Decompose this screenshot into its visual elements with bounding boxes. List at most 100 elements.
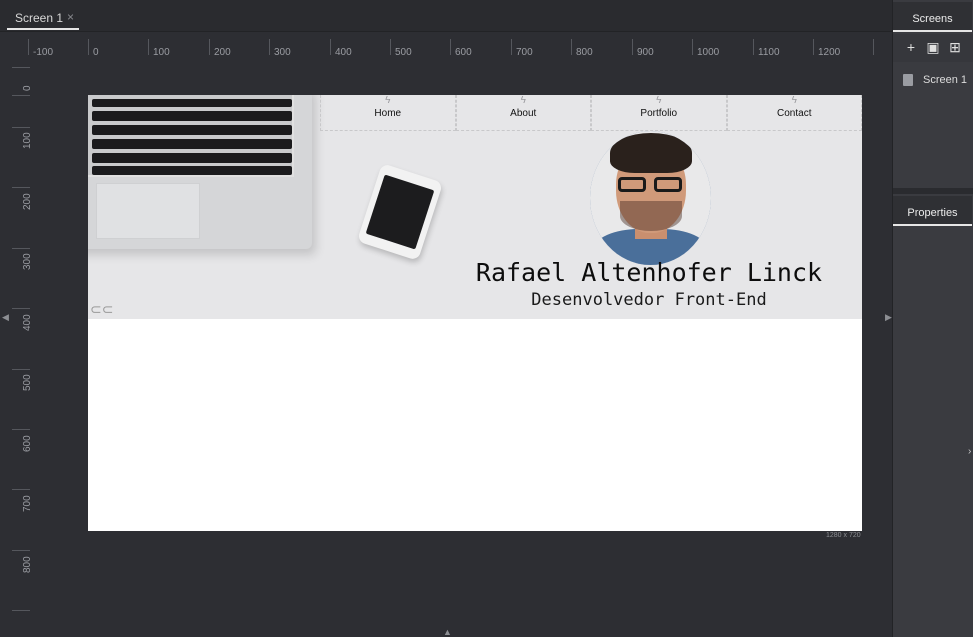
tab-screens[interactable]: Screens — [893, 2, 972, 32]
paperclip-icon: ⊂⊂ — [90, 301, 114, 317]
photo-glasses — [618, 177, 684, 193]
ruler-tick — [692, 39, 693, 55]
ruler-tick — [12, 550, 30, 551]
artboard-size-label: 1280 x 720 — [826, 532, 861, 539]
collapse-bottom-arrow-icon[interactable]: ▲ — [443, 627, 452, 637]
panel-edge-icon: › — [968, 446, 972, 457]
document-icon — [903, 74, 913, 86]
key-row — [92, 111, 292, 121]
ruler-tick — [632, 39, 633, 55]
image-icon[interactable]: ▣ — [925, 40, 941, 56]
ruler-tick — [12, 127, 30, 128]
ruler-label: 400 — [335, 47, 352, 58]
ruler-label: 600 — [455, 47, 472, 58]
collapse-left-arrow-icon[interactable]: ◀ — [2, 312, 9, 323]
screens-toolbar: + ▣ ⊞ — [893, 34, 973, 62]
document-tab-bar: Screen 1 × — [0, 0, 892, 32]
tab-screen-1[interactable]: Screen 1 × — [7, 4, 79, 30]
plus-icon[interactable]: + — [903, 40, 919, 56]
close-icon[interactable]: × — [67, 10, 74, 24]
ruler-tick — [269, 39, 270, 55]
horizontal-ruler: -100 0 100 200 300 400 500 600 700 800 9… — [0, 33, 892, 61]
ruler-label: 500 — [395, 47, 412, 58]
profile-photo — [590, 131, 711, 265]
photo-beard — [620, 201, 682, 231]
ruler-tick — [12, 187, 30, 188]
ruler-tick — [12, 308, 30, 309]
ruler-tick — [12, 489, 30, 490]
key-row — [92, 99, 292, 107]
ruler-tick — [12, 248, 30, 249]
ruler-label: 500 — [22, 374, 33, 391]
nav-label: About — [510, 108, 537, 119]
ruler-label: 1100 — [758, 47, 780, 58]
bolt-icon: ϟ — [520, 95, 526, 106]
phone-image — [356, 163, 444, 261]
ruler-label: 300 — [274, 47, 291, 58]
nav-label: Home — [374, 108, 402, 119]
ruler-tick — [330, 39, 331, 55]
phone-screen — [365, 174, 435, 250]
ruler-label: 1000 — [697, 47, 720, 58]
ruler-tick — [209, 39, 210, 55]
ruler-label: 200 — [22, 193, 33, 210]
nav-item-home[interactable]: ϟ Home — [320, 95, 456, 131]
glasses-lens — [618, 177, 646, 192]
nav-item-contact[interactable]: ϟ Contact — [726, 95, 862, 131]
ruler-tick — [450, 39, 451, 55]
ruler-label: -100 — [33, 47, 54, 58]
site-nav: ϟ Home ϟ About ϟ Portfolio ϟ Contact — [320, 95, 862, 131]
ruler-tick — [873, 39, 874, 55]
tab-properties[interactable]: Properties — [893, 196, 972, 226]
hero-name: Rafael Altenhofer Linck — [475, 258, 823, 287]
ruler-label: 200 — [214, 47, 231, 58]
ruler-tick — [571, 39, 572, 55]
nav-item-portfolio[interactable]: ϟ Portfolio — [591, 95, 727, 131]
screen-list-item[interactable]: Screen 1 — [893, 68, 973, 92]
ruler-label: 100 — [153, 47, 170, 58]
ruler-label: 0 — [93, 47, 99, 58]
ruler-label: 300 — [22, 253, 33, 270]
tab-label: Screen 1 — [15, 11, 64, 25]
laptop-image — [88, 95, 312, 249]
ruler-label: 800 — [22, 556, 33, 573]
ruler-label: 700 — [22, 495, 33, 512]
artboard-screen-1[interactable]: ⊂⊂ ϟ Home ϟ About ϟ Portfolio ϟ Contact — [88, 95, 862, 531]
folder-add-icon[interactable]: ⊞ — [947, 40, 963, 56]
ruler-label: 400 — [22, 314, 33, 331]
bolt-icon: ϟ — [385, 95, 391, 106]
key-row — [92, 139, 292, 149]
ruler-tick — [12, 429, 30, 430]
ruler-tick — [12, 95, 30, 96]
ruler-tick — [511, 39, 512, 55]
collapse-right-arrow-icon[interactable]: ▶ — [885, 312, 892, 323]
vertical-ruler: 0 100 200 300 400 500 600 700 800 — [0, 61, 40, 637]
ruler-tick — [12, 67, 30, 68]
ruler-label: 700 — [516, 47, 533, 58]
ruler-label: 600 — [22, 435, 33, 452]
ruler-label: 100 — [22, 132, 33, 149]
right-panel: Screens + ▣ ⊞ Screen 1 Properties › — [892, 0, 973, 637]
trackpad-image — [96, 183, 200, 239]
screen-item-label: Screen 1 — [923, 74, 968, 86]
ruler-label: 800 — [576, 47, 593, 58]
photo-hair — [610, 133, 692, 173]
bolt-icon: ϟ — [791, 95, 797, 106]
ruler-label: 1200 — [818, 47, 841, 58]
hero-banner[interactable]: ⊂⊂ ϟ Home ϟ About ϟ Portfolio ϟ Contact — [88, 95, 862, 319]
panel-divider — [893, 188, 973, 194]
ruler-tick — [753, 39, 754, 55]
glasses-lens — [654, 177, 682, 192]
nav-label: Contact — [777, 108, 812, 119]
bolt-icon: ϟ — [656, 95, 662, 106]
ruler-tick — [813, 39, 814, 55]
key-row — [92, 125, 292, 135]
ruler-label: 900 — [637, 47, 654, 58]
ruler-tick — [148, 39, 149, 55]
ruler-tick — [12, 369, 30, 370]
nav-label: Portfolio — [640, 108, 678, 119]
keyboard-image — [88, 95, 294, 177]
ruler-tick — [12, 610, 30, 611]
key-row — [92, 166, 292, 175]
nav-item-about[interactable]: ϟ About — [455, 95, 591, 131]
